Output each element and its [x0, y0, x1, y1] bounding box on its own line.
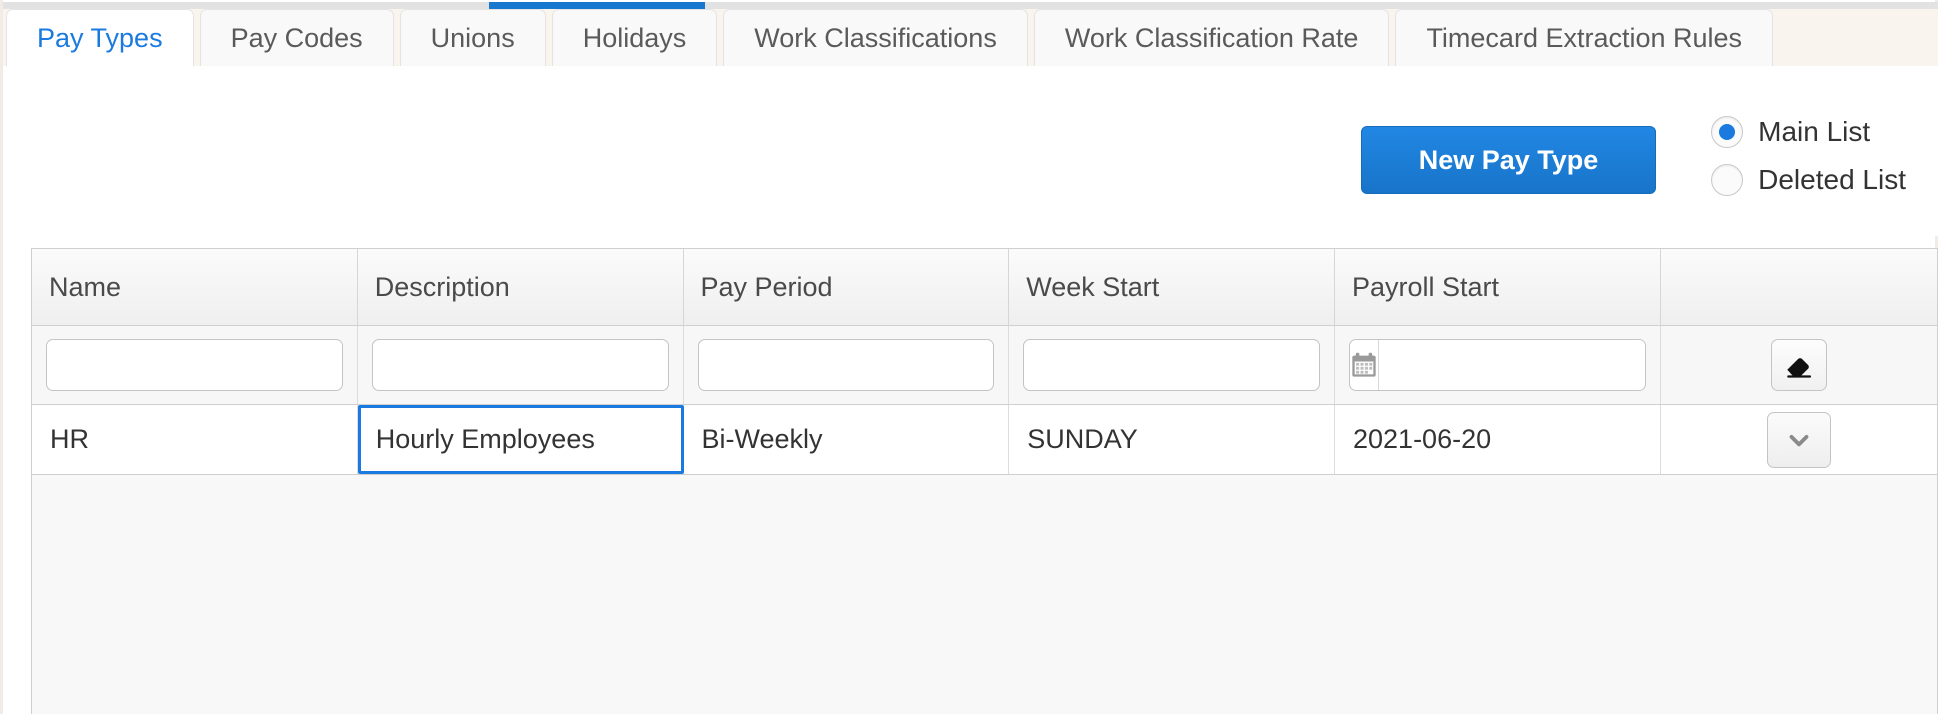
new-pay-type-label: New Pay Type	[1418, 144, 1599, 175]
filter-input-description[interactable]	[371, 339, 669, 391]
column-header-name[interactable]: Name	[32, 249, 358, 325]
cell-description[interactable]: Hourly Employees	[357, 405, 684, 474]
cell-pay-period[interactable]: Bi-Weekly	[684, 405, 1010, 474]
grid-empty-area	[32, 475, 1937, 713]
filter-input-week-start[interactable]	[1023, 339, 1320, 391]
filter-input-name[interactable]	[46, 339, 343, 391]
tab-work-classifications[interactable]: Work Classifications	[723, 9, 1028, 66]
filter-cell-payroll-start	[1335, 326, 1661, 404]
cell-value: HR	[50, 424, 89, 454]
tab-label: Timecard Extraction Rules	[1426, 22, 1743, 53]
cell-value: SUNDAY	[1027, 424, 1138, 454]
cell-value: 2021-06-20	[1353, 424, 1492, 454]
toolbar: New Pay Type Main List Deleted List	[3, 66, 1938, 236]
filter-cell-description	[358, 326, 684, 404]
scrollbar-thumb[interactable]	[489, 2, 705, 9]
cell-row-actions	[1661, 405, 1937, 474]
filter-cell-name	[32, 326, 358, 404]
radio-deleted-list-label: Deleted List	[1758, 164, 1906, 195]
filter-cell-pay-period	[684, 326, 1010, 404]
eraser-icon	[1787, 358, 1811, 378]
grid-header-row: Name Description Pay Period Week Start P…	[32, 249, 1937, 326]
tab-label: Work Classification Rate	[1064, 22, 1359, 53]
tab-work-classification-rate[interactable]: Work Classification Rate	[1033, 9, 1390, 66]
filter-cell-week-start	[1009, 326, 1335, 404]
column-header-label: Description	[374, 271, 510, 302]
radio-main-list-indicator[interactable]	[1711, 116, 1744, 148]
tab-label: Holidays	[582, 22, 687, 53]
filter-input-payroll-start[interactable]	[1379, 340, 1645, 390]
filter-date-payroll-start	[1349, 339, 1646, 391]
chevron-down-icon	[1789, 434, 1809, 446]
list-mode-radio-group: Main List Deleted List	[1711, 116, 1906, 196]
cell-value: Bi-Weekly	[701, 424, 823, 454]
tab-label: Pay Codes	[230, 22, 363, 53]
tab-timecard-extraction-rules[interactable]: Timecard Extraction Rules	[1395, 9, 1774, 66]
tab-holidays[interactable]: Holidays	[551, 9, 718, 66]
tab-pay-codes[interactable]: Pay Codes	[199, 9, 394, 66]
tab-label: Unions	[430, 22, 515, 53]
filter-input-pay-period[interactable]	[697, 339, 995, 391]
grid-filter-row	[32, 326, 1937, 405]
new-pay-type-button[interactable]: New Pay Type	[1361, 126, 1656, 194]
calendar-icon[interactable]	[1350, 340, 1379, 390]
row-menu-button[interactable]	[1766, 411, 1831, 468]
cell-value: Hourly Employees	[375, 424, 595, 454]
column-header-label: Pay Period	[700, 271, 833, 302]
cell-week-start[interactable]: SUNDAY	[1009, 405, 1335, 474]
horizontal-scrollbar[interactable]	[3, 2, 1938, 9]
filter-cell-actions	[1661, 326, 1937, 404]
tab-label: Work Classifications	[754, 22, 997, 53]
tab-strip: Pay Types Pay Codes Unions Holidays Work…	[3, 9, 1938, 66]
tab-unions[interactable]: Unions	[399, 9, 546, 66]
cell-payroll-start[interactable]: 2021-06-20	[1335, 405, 1661, 474]
cell-name[interactable]: HR	[32, 405, 358, 474]
radio-main-list[interactable]: Main List	[1711, 116, 1906, 148]
clear-filters-button[interactable]	[1770, 339, 1827, 391]
column-header-week-start[interactable]: Week Start	[1009, 249, 1335, 325]
column-header-label: Payroll Start	[1352, 271, 1500, 302]
pay-types-grid: Name Description Pay Period Week Start P…	[31, 248, 1938, 714]
radio-main-list-label: Main List	[1758, 116, 1871, 147]
pay-types-page: Pay Types Pay Codes Unions Holidays Work…	[0, 0, 1938, 714]
radio-deleted-list-indicator[interactable]	[1711, 164, 1744, 196]
column-header-pay-period[interactable]: Pay Period	[684, 249, 1010, 325]
column-header-label: Name	[49, 271, 122, 302]
column-header-actions	[1661, 249, 1937, 325]
radio-deleted-list[interactable]: Deleted List	[1711, 164, 1906, 196]
tab-pay-types[interactable]: Pay Types	[6, 9, 194, 66]
column-header-payroll-start[interactable]: Payroll Start	[1335, 249, 1661, 325]
column-header-label: Week Start	[1026, 271, 1160, 302]
column-header-description[interactable]: Description	[358, 249, 684, 325]
table-row[interactable]: HR Hourly Employees Bi-Weekly SUNDAY 202…	[32, 405, 1937, 475]
tab-label: Pay Types	[37, 22, 163, 53]
